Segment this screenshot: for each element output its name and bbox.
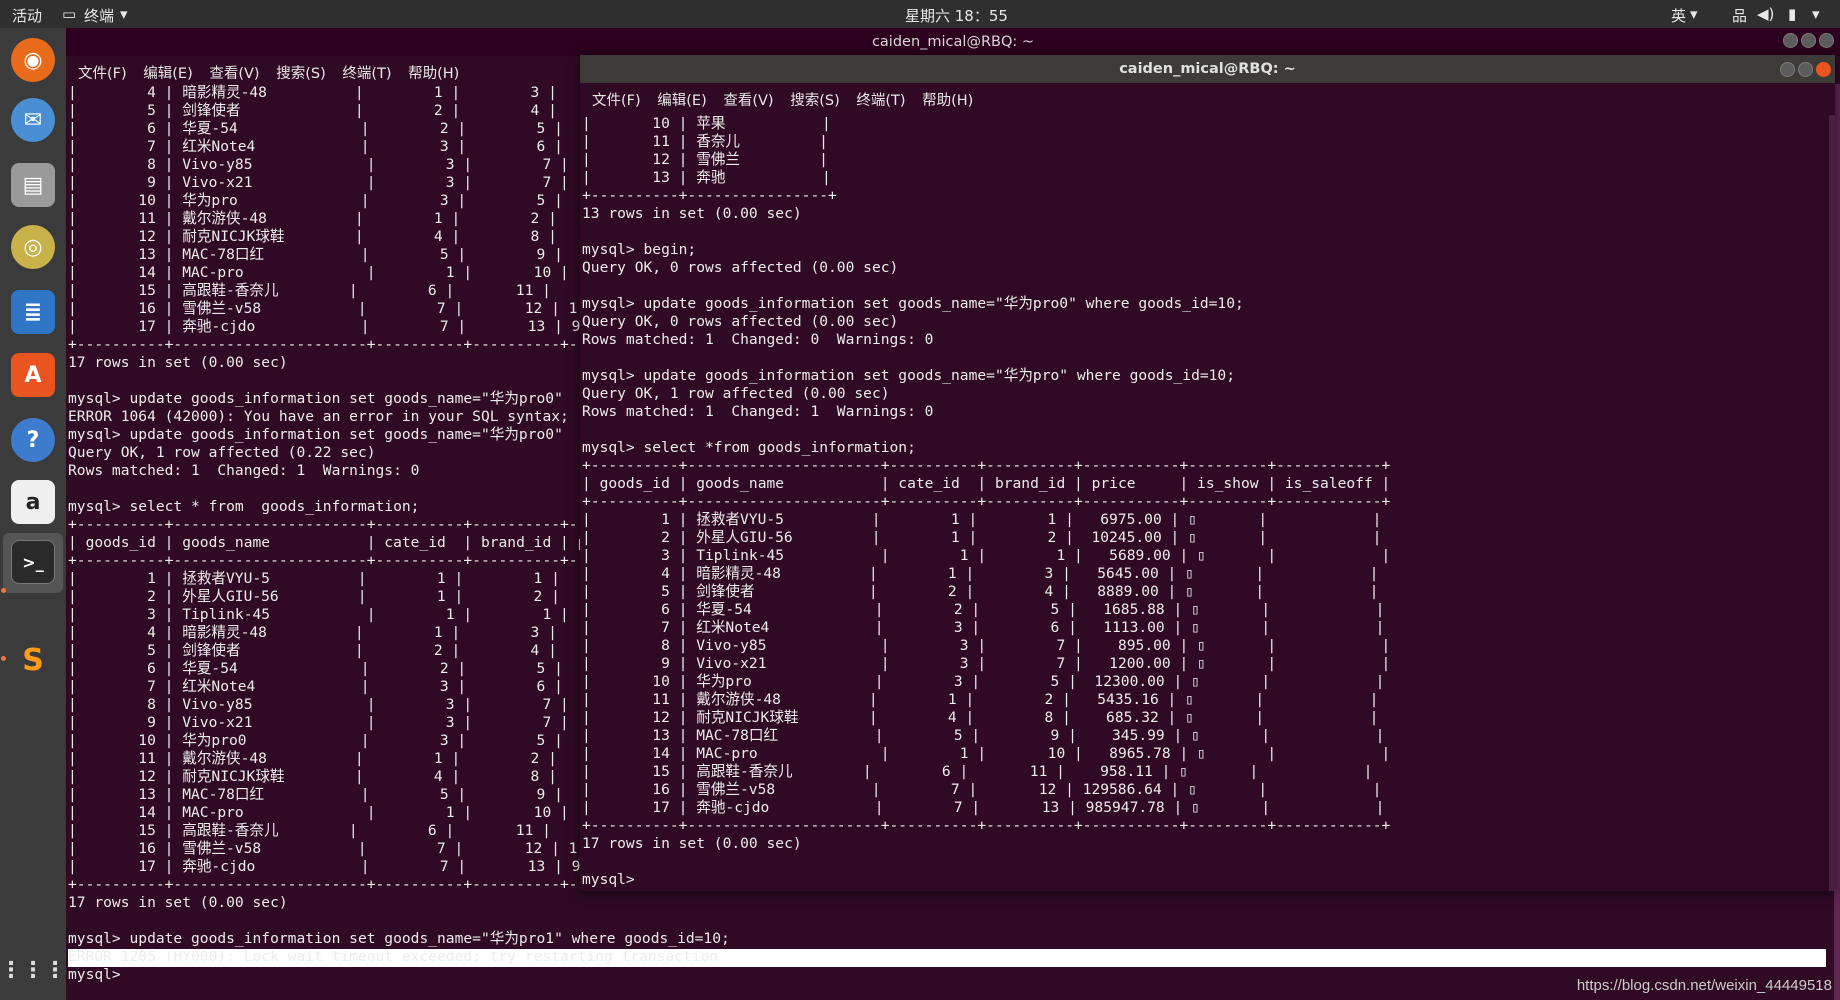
volume-icon[interactable]: ◀)	[1757, 5, 1774, 23]
watermark: https://blog.csdn.net/weixin_44449518	[1576, 977, 1832, 994]
window-title: caiden_mical@RBQ: ~	[66, 28, 1840, 56]
menu-view[interactable]: 查看(V)	[723, 89, 773, 110]
menu-search[interactable]: 搜索(S)	[790, 89, 840, 110]
menu-terminal[interactable]: 终端(T)	[856, 89, 905, 110]
window-title: caiden_mical@RBQ: ~	[580, 55, 1835, 83]
system-menu-chevron-icon[interactable]: ▾	[1812, 5, 1820, 23]
maximize-icon[interactable]	[1801, 33, 1816, 48]
menu-search[interactable]: 搜索(S)	[276, 62, 326, 83]
menu-edit[interactable]: 编辑(E)	[143, 62, 192, 83]
firefox-icon[interactable]: ◉	[11, 38, 55, 82]
scrollbar[interactable]	[1829, 115, 1835, 891]
menu-help[interactable]: 帮助(H)	[408, 62, 459, 83]
chevron-down-icon: ▾	[120, 5, 128, 23]
menu-file[interactable]: 文件(F)	[592, 89, 641, 110]
show-applications-icon[interactable]: ⋮⋮⋮	[0, 948, 66, 992]
network-icon[interactable]: 品	[1732, 5, 1747, 26]
clock[interactable]: 星期六 18：55	[905, 5, 1008, 26]
close-icon[interactable]	[1816, 62, 1831, 77]
thunderbird-icon[interactable]: ✉	[11, 98, 55, 142]
running-indicator	[1, 656, 6, 661]
terminal-app-icon[interactable]: ▭	[62, 5, 76, 23]
close-icon[interactable]	[1819, 33, 1834, 48]
software-center-icon[interactable]: A	[11, 353, 55, 397]
menubar: 文件(F) 编辑(E) 查看(V) 搜索(S) 终端(T) 帮助(H)	[580, 83, 1835, 111]
input-method-indicator[interactable]: 英	[1671, 5, 1686, 26]
maximize-icon[interactable]	[1798, 62, 1813, 77]
app-menu-button[interactable]: 终端	[84, 5, 114, 26]
menu-edit[interactable]: 编辑(E)	[657, 89, 706, 110]
top-panel: 活动 ▭ 终端 ▾ 星期六 18：55 英 ▾ 品 ◀) ▮ ▾	[0, 0, 1840, 28]
minimize-icon[interactable]	[1780, 62, 1795, 77]
amazon-icon[interactable]: a	[11, 480, 55, 524]
battery-icon[interactable]: ▮	[1788, 5, 1796, 23]
files-icon[interactable]: ▤	[11, 163, 55, 207]
menu-view[interactable]: 查看(V)	[209, 62, 259, 83]
activities-button[interactable]: 活动	[12, 5, 42, 26]
rhythmbox-icon[interactable]: ◎	[11, 225, 55, 269]
terminal-icon[interactable]: >_	[11, 540, 55, 584]
dock: ◉ ✉ ▤ ◎ ≣ A ? a >_ S ⋮⋮⋮	[0, 28, 66, 1000]
front-terminal-window[interactable]: caiden_mical@RBQ: ~ 文件(F) 编辑(E) 查看(V) 搜索…	[580, 55, 1835, 891]
menu-help[interactable]: 帮助(H)	[922, 89, 973, 110]
chevron-down-icon: ▾	[1690, 5, 1698, 23]
sublime-text-icon[interactable]: S	[11, 638, 55, 682]
running-indicator	[1, 588, 6, 593]
minimize-icon[interactable]	[1783, 33, 1798, 48]
libreoffice-writer-icon[interactable]: ≣	[11, 290, 55, 334]
terminal-output[interactable]: | 10 | 苹果 | | 11 | 香奈儿 | | 12 | 雪佛兰 | | …	[582, 115, 1390, 889]
menu-terminal[interactable]: 终端(T)	[342, 62, 391, 83]
help-icon[interactable]: ?	[11, 418, 55, 462]
menu-file[interactable]: 文件(F)	[78, 62, 127, 83]
